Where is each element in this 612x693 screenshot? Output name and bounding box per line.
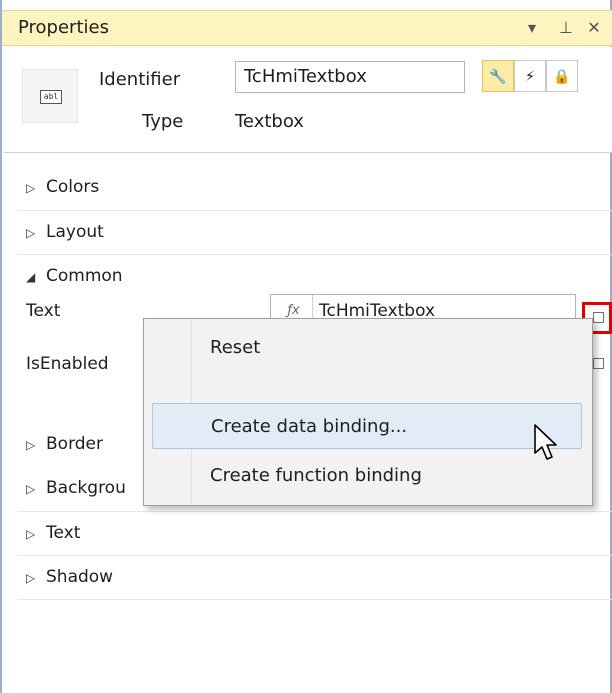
collapsed-arrow-icon: ▷ (26, 482, 36, 496)
collapsed-arrow-icon: ▷ (26, 571, 36, 585)
properties-mode-button[interactable]: 🔧 (482, 60, 514, 92)
collapsed-arrow-icon: ▷ (26, 438, 36, 452)
menu-item-create-data-binding[interactable]: Create data binding... (152, 403, 582, 449)
binding-marker-icon[interactable] (593, 358, 604, 369)
menu-item-create-function-binding[interactable]: Create function binding (152, 453, 582, 499)
type-label: Type (142, 111, 184, 132)
panel-titlebar: Properties ▾ ⊥ ✕ (2, 10, 612, 46)
category-label: Colors (46, 177, 100, 197)
collapsed-arrow-icon: ▷ (26, 181, 36, 195)
category-label: Shadow (46, 567, 114, 587)
category-common[interactable]: ◢ Common (26, 254, 612, 298)
type-value: Textbox (235, 111, 304, 132)
close-icon[interactable]: ✕ (582, 15, 606, 41)
collapsed-arrow-icon: ▷ (26, 226, 36, 240)
category-label: Common (46, 266, 123, 286)
menu-item-reset[interactable]: Reset (152, 325, 582, 371)
properties-header: abl Identifier TcHmiTextbox 🔧 ⚡ 🔒 Type T… (4, 47, 612, 152)
wrench-icon: 🔧 (489, 69, 507, 85)
category-label: Border (46, 434, 103, 454)
identifier-input[interactable]: TcHmiTextbox (235, 61, 465, 93)
category-label: Backgrou (46, 478, 126, 498)
mouse-cursor-icon (534, 424, 557, 460)
property-isenabled-label: IsEnabled (26, 354, 109, 374)
panel-title: Properties (18, 17, 109, 38)
lightning-icon: ⚡ (525, 69, 535, 85)
category-label: Layout (46, 222, 104, 242)
lock-icon: 🔒 (553, 69, 571, 85)
identifier-label: Identifier (99, 69, 181, 90)
row-divider (18, 599, 612, 600)
textbox-glyph: abl (40, 90, 62, 104)
textbox-type-icon: abl (22, 69, 78, 123)
expanded-arrow-icon: ◢ (26, 270, 36, 284)
lock-button[interactable]: 🔒 (546, 60, 578, 92)
properties-panel: Properties ▾ ⊥ ✕ abl Identifier TcHmiTex… (0, 0, 612, 693)
category-text[interactable]: ▷ Text (26, 511, 612, 555)
collapsed-arrow-icon: ▷ (26, 527, 36, 541)
category-layout[interactable]: ▷ Layout (26, 210, 612, 254)
dropdown-icon[interactable]: ▾ (520, 15, 544, 41)
category-shadow[interactable]: ▷ Shadow (26, 555, 612, 599)
category-label: Text (46, 523, 81, 543)
property-text-label: Text (26, 301, 61, 321)
events-mode-button[interactable]: ⚡ (514, 60, 546, 92)
category-colors[interactable]: ▷ Colors (26, 165, 612, 209)
header-separator (4, 152, 612, 153)
context-menu: Reset Create data binding... Create func… (143, 318, 593, 506)
pin-icon[interactable]: ⊥ (554, 15, 578, 41)
